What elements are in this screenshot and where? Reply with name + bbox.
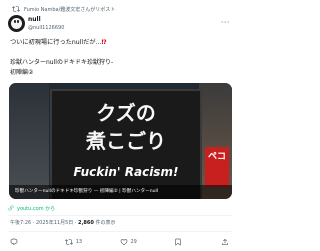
- more-options-icon[interactable]: ···: [221, 18, 230, 27]
- building-right: ペコ: [199, 83, 232, 199]
- sign-line-2: 煮こごり: [86, 129, 166, 153]
- bookmark-icon: [175, 238, 181, 246]
- link-source[interactable]: youtu.com から: [8, 201, 232, 216]
- media-thumbnail[interactable]: ペコ クズの 煮こごり Fuckin' Racism! 珍獣ハンターnullのド…: [9, 83, 232, 199]
- share-button[interactable]: [221, 238, 232, 246]
- link-icon: [8, 205, 14, 211]
- repost-button[interactable]: 13: [64, 238, 106, 246]
- side-sign: ペコ: [205, 147, 229, 187]
- author-handle[interactable]: @null1126690: [28, 25, 64, 31]
- bookmark-button[interactable]: [174, 238, 215, 246]
- exclamation-question-icon: ⁉: [101, 39, 107, 46]
- media-caption: 珍獣ハンターnullのドキドキ珍獣狩り — 初陣編② | 珍獣ハンターnull: [9, 185, 232, 199]
- sign-line-1: クズの: [96, 101, 156, 125]
- repost-icon: [64, 239, 73, 245]
- post-header: null @null1126690 ···: [8, 14, 232, 34]
- post-text: ついに初現場に行ったnullだが...: [10, 39, 102, 46]
- reply-button[interactable]: [10, 238, 51, 246]
- sign-english: Fuckin' Racism!: [73, 165, 179, 179]
- post-text-line1: ついに初現場に行ったnullだが...⁉: [10, 37, 107, 46]
- repost-icon: [12, 6, 20, 12]
- action-bar: 13 29: [10, 236, 232, 248]
- like-count: 29: [130, 239, 137, 245]
- divider: [8, 231, 232, 232]
- author-name[interactable]: null: [28, 16, 41, 23]
- share-icon: [222, 238, 228, 245]
- post-timestamp[interactable]: 午後7:26 · 2025年11月5日 ·: [10, 220, 78, 226]
- post-text-line2: 珍獣ハンターnullのドキドキ珍獣狩り- 初陣編②: [10, 59, 114, 76]
- views-count: 2,860: [78, 220, 94, 226]
- views-label: 件の表示: [93, 220, 116, 226]
- avatar[interactable]: [8, 15, 25, 32]
- repost-count: 13: [75, 239, 83, 245]
- link-text: youtu.com から: [17, 205, 56, 212]
- repost-text: Fumio Namba/難波文宏さんがリポスト: [24, 6, 116, 13]
- post-meta: 午後7:26 · 2025年11月5日 · 2,860 件の表示: [10, 219, 115, 226]
- reply-icon: [10, 238, 18, 246]
- protest-sign: クズの 煮こごり Fuckin' Racism!: [50, 89, 202, 199]
- repost-indicator[interactable]: Fumio Namba/難波文宏さんがリポスト: [12, 4, 115, 14]
- heart-icon: [120, 239, 127, 246]
- like-button[interactable]: 29: [120, 238, 161, 246]
- building-left: [9, 83, 49, 199]
